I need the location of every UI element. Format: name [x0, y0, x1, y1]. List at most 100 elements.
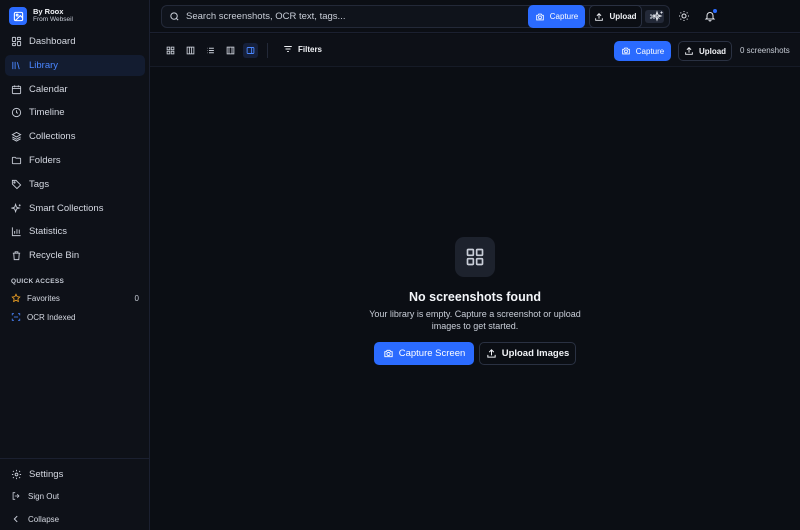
sidebar-item-tags[interactable]: Tags — [5, 174, 145, 195]
star-icon — [11, 293, 21, 303]
dashboard-icon — [11, 36, 22, 47]
sign-out-button[interactable]: Sign Out — [11, 491, 59, 501]
capture-label: Capture — [549, 12, 579, 21]
sidebar-item-label: Recycle Bin — [29, 250, 80, 262]
sidebar-item-label: Folders — [29, 154, 61, 166]
capture-button[interactable]: Capture — [528, 5, 585, 28]
brand[interactable]: By Roox From Webseil — [9, 7, 73, 25]
layers-icon — [11, 132, 22, 142]
collapse-label: Collapse — [28, 514, 60, 524]
upload-icon — [685, 47, 693, 55]
quick-access-label: OCR Indexed — [27, 312, 76, 322]
empty-description: Your library is empty. Capture a screens… — [369, 309, 581, 331]
filmstrip-view-icon — [226, 46, 235, 55]
capture-label: Capture — [635, 46, 665, 56]
sparkles-icon — [652, 10, 663, 22]
clock-icon — [11, 108, 22, 118]
search-icon — [170, 12, 179, 21]
search-input[interactable] — [186, 11, 486, 22]
library-content: No screenshots found Your library is emp… — [150, 68, 800, 530]
upload-icon — [487, 349, 496, 358]
camera-icon — [384, 349, 393, 358]
panel-view-icon — [246, 47, 255, 54]
quick-access-favorites[interactable]: Favorites 0 — [11, 291, 139, 305]
toolbar-capture-button[interactable]: Capture — [614, 41, 671, 61]
empty-grid-icon — [455, 237, 495, 277]
columns-view-icon — [186, 46, 195, 55]
sidebar-item-recycle-bin[interactable]: Recycle Bin — [5, 245, 145, 266]
library-toolbar: Filters Capture Upload 0 screenshots — [150, 34, 800, 67]
theme-toggle-button[interactable] — [677, 9, 691, 23]
sun-icon — [679, 11, 689, 21]
filter-icon — [284, 46, 292, 52]
upload-icon — [595, 12, 604, 21]
top-bar: ⌘K Capture Upload — [150, 0, 800, 33]
library-icon — [12, 61, 20, 70]
upload-images-label: Upload Images — [501, 348, 570, 359]
favorites-count: 0 — [134, 293, 139, 303]
sidebar-item-label: Statistics — [29, 226, 68, 238]
camera-icon — [536, 13, 544, 20]
trash-icon — [12, 251, 21, 261]
notification-dot — [713, 9, 717, 13]
sidebar-item-folders[interactable]: Folders — [5, 150, 145, 171]
sidebar: By Roox From Webseil Dashboard Library C… — [0, 0, 150, 530]
camera-icon — [622, 47, 630, 55]
sidebar-item-label: Tags — [29, 178, 50, 190]
tag-icon — [11, 179, 22, 190]
sidebar-footer: Settings Sign Out Collapse — [0, 458, 149, 530]
toolbar-upload-button[interactable]: Upload — [678, 41, 732, 61]
scan-icon — [11, 313, 21, 321]
capture-screen-label: Capture Screen — [398, 348, 466, 359]
sidebar-item-library[interactable]: Library — [5, 54, 145, 76]
chevron-left-icon — [13, 515, 18, 523]
quick-access-title: QUICK ACCESS — [11, 278, 65, 285]
sparkles-icon — [11, 202, 21, 213]
toolbar-divider — [267, 43, 268, 58]
sidebar-item-label: Collections — [29, 131, 76, 143]
columns-view-button[interactable] — [183, 43, 198, 58]
bar-chart-icon — [11, 227, 21, 237]
grid-view-icon — [166, 46, 175, 55]
sidebar-item-smart-collections[interactable]: Smart Collections — [5, 198, 145, 219]
list-view-icon — [207, 47, 214, 54]
panel-view-button[interactable] — [243, 43, 258, 58]
collapse-button[interactable]: Collapse — [11, 514, 59, 524]
quick-access-label: Favorites — [27, 293, 60, 303]
folder-icon — [11, 156, 22, 165]
notifications-button[interactable] — [703, 9, 717, 23]
brand-name: By Roox — [33, 7, 64, 16]
calendar-icon — [11, 84, 22, 94]
upload-label: Upload — [698, 46, 727, 56]
sidebar-item-label: Timeline — [29, 107, 65, 119]
grid-view-button[interactable] — [163, 43, 178, 58]
image-icon — [9, 7, 27, 25]
capture-screen-button[interactable]: Capture Screen — [374, 342, 474, 365]
upload-button[interactable]: Upload — [589, 5, 642, 28]
gear-icon — [11, 469, 22, 480]
sidebar-nav: Dashboard Library Calendar Timeline Coll… — [5, 31, 145, 269]
settings-label: Settings — [29, 469, 64, 480]
ai-magic-button[interactable] — [651, 9, 665, 23]
sign-out-icon — [12, 492, 20, 500]
brand-subtitle: From Webseil — [33, 16, 73, 23]
quick-access-ocr-indexed[interactable]: OCR Indexed — [11, 310, 139, 324]
empty-title: No screenshots found — [409, 290, 541, 304]
sidebar-item-dashboard[interactable]: Dashboard — [5, 31, 145, 52]
sidebar-item-collections[interactable]: Collections — [5, 126, 145, 147]
screenshot-count: 0 screenshots — [740, 46, 790, 55]
upload-images-button[interactable]: Upload Images — [479, 342, 576, 365]
settings-button[interactable]: Settings — [11, 469, 63, 480]
upload-label: Upload — [609, 12, 637, 21]
sidebar-item-statistics[interactable]: Statistics — [5, 221, 145, 242]
sign-out-label: Sign Out — [28, 491, 60, 501]
sidebar-item-label: Dashboard — [29, 36, 76, 47]
filmstrip-view-button[interactable] — [223, 43, 238, 58]
sidebar-item-calendar[interactable]: Calendar — [5, 79, 145, 100]
list-view-button[interactable] — [203, 43, 218, 58]
sidebar-item-label: Calendar — [29, 83, 68, 95]
sidebar-item-timeline[interactable]: Timeline — [5, 102, 145, 123]
sidebar-item-label: Smart Collections — [29, 202, 104, 214]
sidebar-item-label: Library — [29, 59, 59, 71]
filters-button[interactable]: Filters — [283, 44, 322, 54]
